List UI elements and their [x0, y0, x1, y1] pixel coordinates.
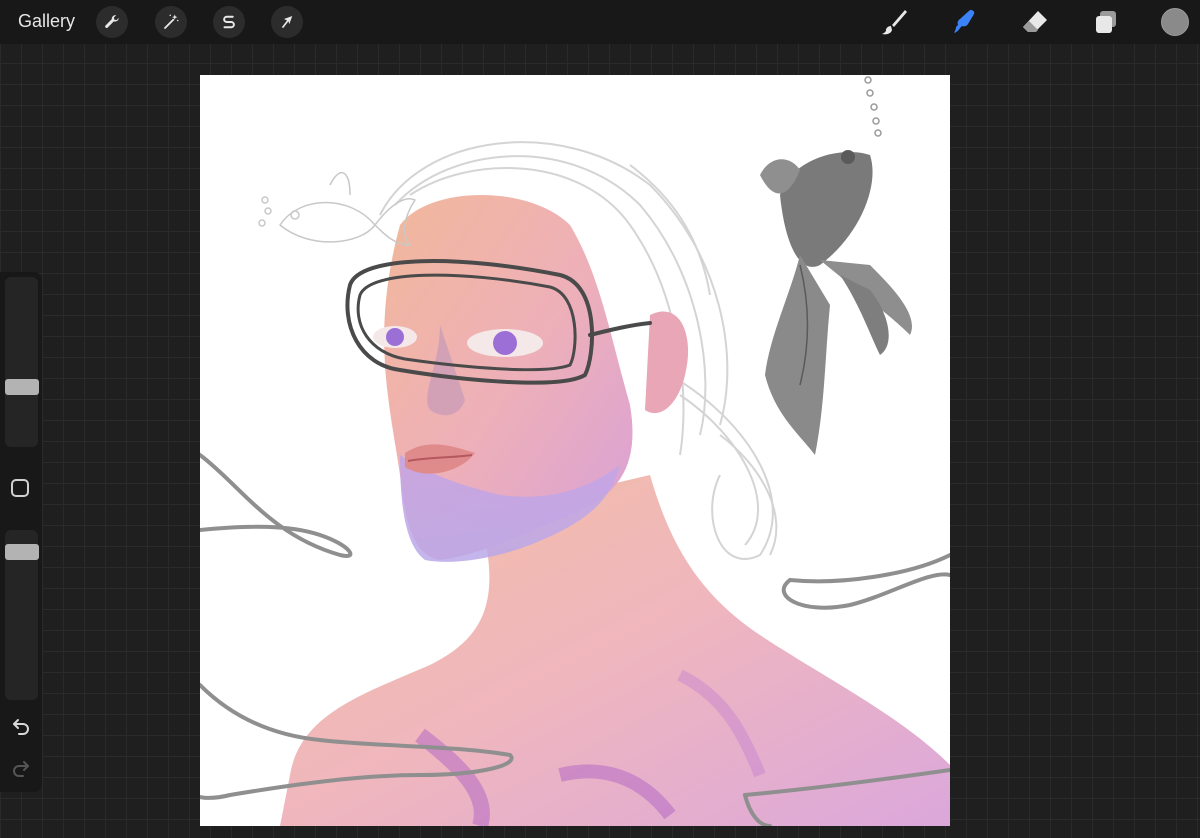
magic-wand-icon [164, 14, 179, 29]
brush-button[interactable] [878, 6, 910, 38]
artwork [200, 76, 950, 826]
eraser-icon [1023, 11, 1047, 32]
smudge-icon [954, 10, 975, 33]
layers-button[interactable] [1090, 6, 1122, 38]
opacity-slider[interactable] [5, 530, 39, 700]
actions-button[interactable] [96, 6, 128, 38]
redo-icon [13, 761, 29, 777]
undo-icon [13, 719, 29, 735]
eraser-button[interactable] [1019, 6, 1051, 38]
transform-arrow-icon [281, 16, 293, 28]
adjustments-button[interactable] [155, 6, 187, 38]
layers-icon [1096, 11, 1116, 33]
smudge-button[interactable] [948, 6, 980, 38]
opacity-thumb[interactable] [5, 544, 39, 560]
transform-button[interactable] [271, 6, 303, 38]
gallery-button[interactable]: Gallery [18, 11, 75, 32]
selection-button[interactable] [213, 6, 245, 38]
brush-size-thumb[interactable] [5, 379, 39, 395]
brush-icon [882, 10, 907, 35]
redo-button[interactable] [10, 757, 32, 779]
color-picker-button[interactable] [1161, 8, 1189, 36]
wrench-icon [105, 15, 119, 28]
drawing-canvas[interactable] [200, 75, 950, 826]
brush-size-slider[interactable] [5, 277, 39, 447]
side-toolbar [0, 272, 42, 792]
modify-square-icon[interactable] [11, 479, 29, 497]
selection-s-icon [223, 15, 235, 29]
undo-button[interactable] [10, 715, 32, 737]
top-toolbar: Gallery [0, 0, 1200, 44]
